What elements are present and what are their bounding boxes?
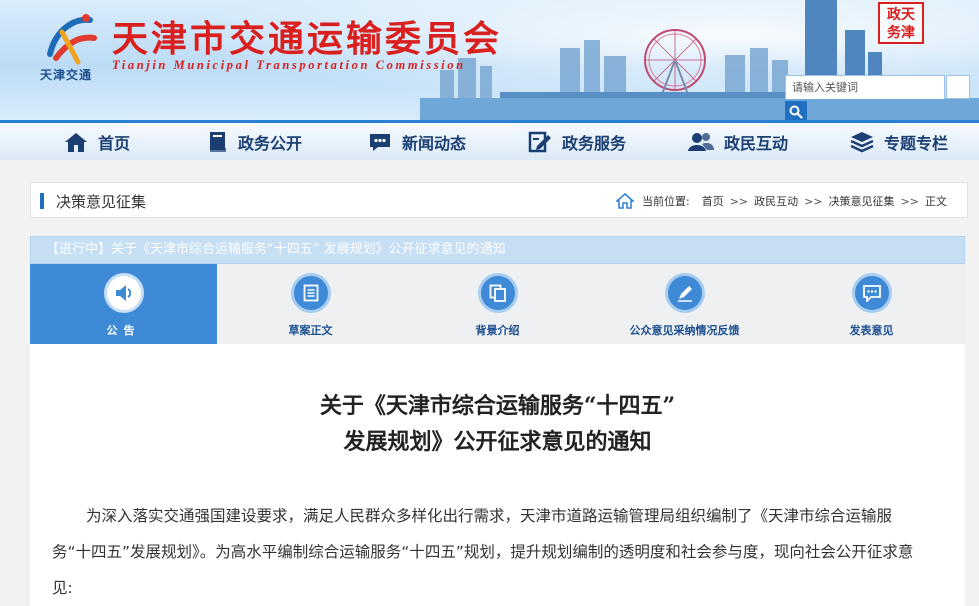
tab-label: 草案正文 [288, 324, 333, 337]
document-title: 关于《天津市综合运输服务“十四五” 发展规划》公开征求意见的通知 [30, 388, 965, 460]
breadcrumb-link-home[interactable]: 首页 [702, 193, 724, 209]
tab-label: 公告 [106, 324, 141, 337]
search-button[interactable] [785, 101, 807, 120]
book-icon [210, 131, 226, 152]
edit-icon [528, 131, 551, 152]
chat-icon [370, 133, 390, 151]
logo-subtext: 天津交通 [40, 68, 93, 82]
nav-label: 专题专栏 [884, 133, 949, 153]
tab-icon-circle [290, 273, 331, 313]
document-title-line-1: 关于《天津市综合运输服务“十四五” [319, 393, 676, 419]
tab-background[interactable]: 背景介绍 [404, 264, 591, 344]
section-title: 决策意见征集 [56, 193, 147, 211]
breadcrumb-link-consultation[interactable]: 决策意见征集 [829, 193, 895, 209]
breadcrumb-separator: >> [729, 194, 749, 208]
comment-icon [862, 285, 881, 302]
notice-tabs: 公告 草案正文 背景介绍 公众意见采纳情况反馈 发表意见 [30, 264, 965, 344]
tab-icon-circle [477, 273, 518, 313]
main-nav: 首页 政务公开 新闻动态 政务服务 政民互动 专题专栏 [0, 120, 979, 160]
layers-icon [850, 131, 874, 152]
document-body: 为深入落实交通强国建设要求，满足人民群众多样化出行需求，天津市道路运输管理局组织… [52, 507, 914, 597]
nav-label: 政民互动 [724, 133, 789, 153]
notice-header-text: 【进行中】关于《天津市综合运输服务“十四五” 发展规划》公开征求意见的通知 [46, 242, 506, 257]
copy-icon [489, 284, 506, 302]
document-title-line-2: 发展规划》公开征求意见的通知 [343, 429, 652, 455]
people-icon [688, 132, 714, 151]
pen-icon [677, 286, 692, 302]
nav-item-special-topics[interactable]: 专题专栏 [850, 123, 948, 160]
nav-item-home[interactable]: 首页 [64, 123, 130, 160]
search-box [785, 75, 945, 99]
notice-header: 【进行中】关于《天津市综合运输服务“十四五” 发展规划》公开征求意见的通知 [30, 236, 965, 264]
tab-label: 背景介绍 [475, 324, 520, 337]
home-outline-icon [615, 193, 634, 209]
search-icon [789, 105, 803, 119]
tab-icon-circle [103, 273, 144, 313]
search-input[interactable] [786, 77, 944, 99]
breadcrumb-location-label: 当前位置: [641, 195, 690, 208]
nav-item-interaction[interactable]: 政民互动 [688, 123, 788, 160]
speaker-icon [115, 285, 131, 301]
home-icon [65, 132, 87, 152]
breadcrumb-separator: >> [804, 194, 823, 208]
nav-label: 政务公开 [238, 133, 303, 153]
tab-announcement[interactable]: 公告 [30, 264, 217, 344]
nav-item-government-affairs[interactable]: 政务公开 [208, 123, 302, 160]
nav-label: 新闻动态 [402, 133, 467, 153]
breadcrumb-bar: 决策意见征集 当前位置: 首页 >> 政民互动 >> 决策意见征集 >> 正文 [30, 182, 968, 218]
nav-label: 首页 [98, 133, 131, 153]
site-title: 天津市交通运输委员会 [112, 18, 503, 60]
notice-panel: 【进行中】关于《天津市综合运输服务“十四五” 发展规划》公开征求意见的通知 公告… [30, 236, 965, 606]
site-banner: 天津交通 天津市交通运输委员会 Tianjin Municipal Transp… [0, 0, 979, 120]
site-title-english: Tianjin Municipal Transportation Commiss… [112, 58, 466, 72]
section-accent-bar [40, 193, 44, 209]
tab-icon-circle [851, 273, 892, 313]
breadcrumb: 当前位置: 首页 >> 政民互动 >> 决策意见征集 >> 正文 [615, 193, 947, 209]
tianjin-gov-seal-logo[interactable]: 政天 务津 [878, 2, 924, 44]
nav-label: 政务服务 [562, 133, 627, 153]
tab-draft-text[interactable]: 草案正文 [217, 264, 404, 344]
breadcrumb-separator: >> [900, 194, 919, 208]
tab-feedback[interactable]: 公众意见采纳情况反馈 [591, 264, 778, 344]
tianjin-transport-logo [47, 14, 97, 65]
breadcrumb-current: 正文 [925, 195, 947, 208]
tab-label: 发表意见 [849, 324, 894, 337]
tab-icon-circle [664, 273, 705, 313]
nav-item-news[interactable]: 新闻动态 [368, 123, 466, 160]
tab-submit-opinion[interactable]: 发表意见 [778, 264, 965, 344]
breadcrumb-link-interaction[interactable]: 政民互动 [754, 193, 798, 209]
tab-label: 公众意见采纳情况反馈 [629, 324, 740, 337]
search-side-panel [946, 75, 970, 99]
document-icon [303, 284, 318, 302]
nav-item-services[interactable]: 政务服务 [528, 123, 626, 160]
